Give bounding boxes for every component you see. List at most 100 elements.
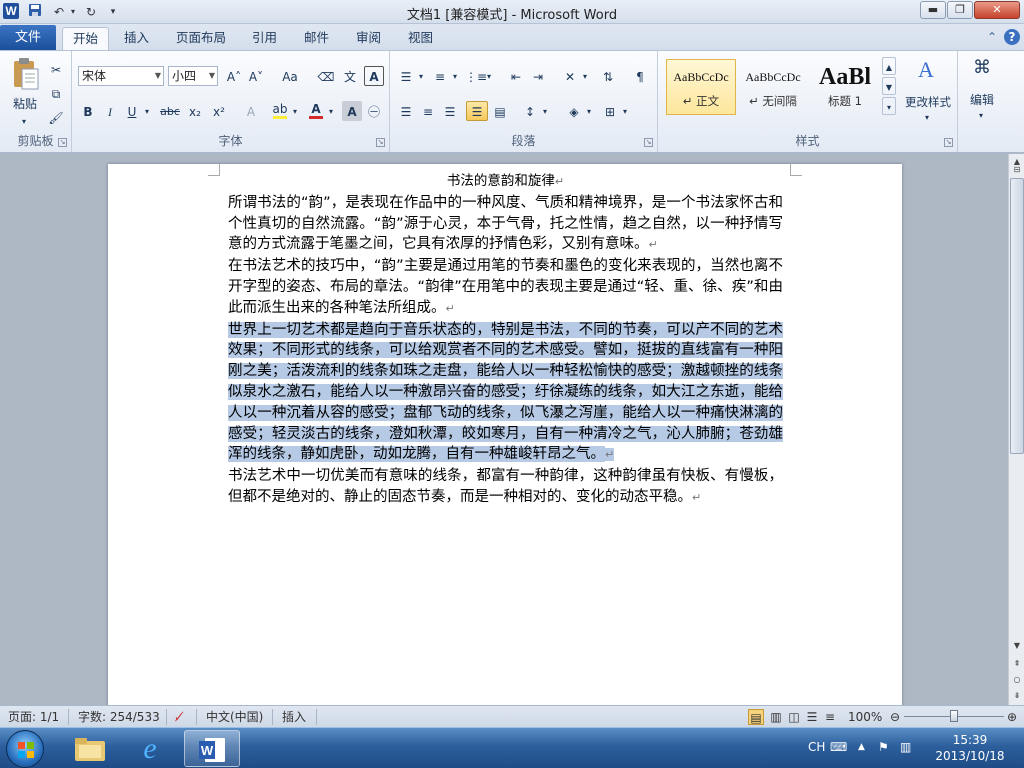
borders-icon[interactable]: ⊞ xyxy=(600,101,620,121)
styles-scroll-down-icon[interactable]: ▼ xyxy=(882,77,896,95)
increase-indent-icon[interactable]: ⇥ xyxy=(528,66,548,86)
action-center-flag-icon[interactable]: ⚑ xyxy=(878,740,889,754)
help-icon[interactable]: ? xyxy=(1004,29,1020,45)
proofing-icon[interactable]: ✓̸ xyxy=(174,709,184,725)
full-screen-reading-icon[interactable]: ▥ xyxy=(768,709,784,725)
browse-object-icon[interactable]: ○ xyxy=(1010,672,1024,687)
editing-dropdown-icon[interactable]: ▾ xyxy=(974,105,988,125)
italic-button[interactable]: I xyxy=(100,101,120,121)
bullets-dropdown-icon[interactable]: ▾ xyxy=(416,66,426,86)
tab-home[interactable]: 开始 xyxy=(62,27,110,50)
grow-font-button[interactable]: A˄ xyxy=(224,66,244,86)
draft-view-icon[interactable]: ≡ xyxy=(822,709,838,725)
find-binoculars-icon[interactable]: ⌘ xyxy=(968,57,996,85)
highlight-dropdown-icon[interactable]: ▾ xyxy=(290,101,300,121)
align-left-icon[interactable]: ☰ xyxy=(396,101,416,121)
styles-scroll-up-icon[interactable]: ▲ xyxy=(882,57,896,75)
zoom-in-icon[interactable]: ⊕ xyxy=(1005,709,1019,725)
styles-more-icon[interactable]: ▾ xyxy=(882,97,896,115)
scroll-down-icon[interactable]: ▼ xyxy=(1010,638,1024,653)
tab-review[interactable]: 审阅 xyxy=(346,27,391,50)
tab-view[interactable]: 视图 xyxy=(398,27,443,50)
tab-references[interactable]: 引用 xyxy=(242,27,287,50)
chinese-layout-icon[interactable]: ✕ xyxy=(560,66,580,86)
clear-formatting-icon[interactable]: ⌫ xyxy=(316,66,336,86)
shading-icon[interactable]: ◈ xyxy=(564,101,584,121)
paste-icon[interactable] xyxy=(8,57,44,91)
word-icon[interactable]: W xyxy=(184,730,240,767)
scroll-up-icon[interactable]: ▲ xyxy=(1010,154,1024,166)
start-button-icon[interactable] xyxy=(6,730,44,768)
cut-icon[interactable]: ✂ xyxy=(46,59,66,79)
superscript-button[interactable]: x² xyxy=(208,101,230,121)
web-layout-icon[interactable]: ◫ xyxy=(786,709,802,725)
multilevel-dropdown-icon[interactable]: ▾ xyxy=(484,66,494,86)
scroll-thumb[interactable] xyxy=(1010,178,1024,454)
next-page-icon[interactable]: ⇟ xyxy=(1010,688,1024,703)
bullets-icon[interactable]: ☰ xyxy=(396,66,416,86)
paragraph-launcher-icon[interactable]: ↘ xyxy=(644,138,653,147)
close-button[interactable]: ✕ xyxy=(974,1,1020,19)
line-spacing-icon[interactable]: ↕ xyxy=(520,101,540,121)
print-layout-icon[interactable]: ▤ xyxy=(748,709,764,725)
change-case-button[interactable]: Aa xyxy=(276,66,304,86)
change-styles-dropdown-icon[interactable]: ▾ xyxy=(920,107,934,127)
clipboard-launcher-icon[interactable]: ↘ xyxy=(58,138,67,147)
explorer-icon[interactable] xyxy=(62,730,118,767)
document-body[interactable]: 书法的意韵和旋律↵ 所谓书法的“韵”，是表现在作品中的一种风度、气质和精神境界，… xyxy=(228,171,783,509)
align-right-icon[interactable]: ☰ xyxy=(440,101,460,121)
distributed-icon[interactable]: ▤ xyxy=(490,101,510,121)
chevron-down-icon[interactable]: ▼ xyxy=(209,67,215,85)
paragraph-3-selected[interactable]: 世界上一切艺术都是趋向于音乐状态的，特别是书法，不同的节奏，可以产不同的艺术效果… xyxy=(228,320,783,467)
numbering-icon[interactable]: ≡ xyxy=(430,66,450,86)
font-name-combo[interactable]: 宋体 ▼ xyxy=(78,66,164,86)
tab-insert[interactable]: 插入 xyxy=(114,27,159,50)
chevron-down-icon[interactable]: ▼ xyxy=(155,67,161,85)
document-title[interactable]: 书法的意韵和旋律↵ xyxy=(228,171,783,193)
style-no-spacing[interactable]: AaBbCcDc ↵ 无间隔 xyxy=(738,59,808,115)
minimize-ribbon-icon[interactable]: ⌃ xyxy=(984,29,1000,45)
font-size-combo[interactable]: 小四 ▼ xyxy=(168,66,218,86)
shading-dropdown-icon[interactable]: ▾ xyxy=(584,101,594,121)
show-hidden-icons-icon[interactable]: ▲ xyxy=(858,740,865,754)
paragraph-2[interactable]: 在书法艺术的技巧中，“韵”主要是通过用笔的节奏和墨色的变化来表现的，当然也离不开… xyxy=(228,256,783,319)
ime-indicator[interactable]: CH xyxy=(808,740,825,754)
network-icon[interactable]: ▥ xyxy=(900,740,911,754)
underline-dropdown-icon[interactable]: ▾ xyxy=(142,101,152,121)
paragraph-4[interactable]: 书法艺术中一切优美而有意味的线条，都富有一种韵律，这种韵律虽有快板、有慢板，但都… xyxy=(228,466,783,509)
underline-button[interactable]: U xyxy=(122,101,142,121)
format-painter-icon[interactable]: 🖌 xyxy=(46,107,66,127)
paragraph-1[interactable]: 所谓书法的“韵”，是表现在作品中的一种风度、气质和精神境界，是一个书法家怀古和个… xyxy=(228,193,783,256)
decrease-indent-icon[interactable]: ⇤ xyxy=(506,66,526,86)
show-marks-icon[interactable]: ¶ xyxy=(630,66,650,86)
align-center-icon[interactable]: ≡ xyxy=(418,101,438,121)
previous-page-icon[interactable]: ⇞ xyxy=(1010,656,1024,671)
keyboard-icon[interactable]: ⌨ xyxy=(830,740,847,754)
language-indicator[interactable]: 中文(中国) xyxy=(206,709,263,725)
internet-explorer-icon[interactable]: e xyxy=(122,730,178,767)
font-launcher-icon[interactable]: ↘ xyxy=(376,138,385,147)
tab-file[interactable]: 文件 xyxy=(0,25,56,50)
vertical-scrollbar[interactable]: ⊟ ▲ ▼ ⇞ ○ ⇟ xyxy=(1008,154,1024,705)
minimize-button[interactable]: ▬ xyxy=(920,1,946,19)
tab-mailings[interactable]: 邮件 xyxy=(294,27,339,50)
paste-button[interactable]: 粘贴 xyxy=(6,93,44,113)
enclose-characters-icon[interactable]: ㊀ xyxy=(364,101,384,121)
document-page[interactable]: 书法的意韵和旋律↵ 所谓书法的“韵”，是表现在作品中的一种风度、气质和精神境界，… xyxy=(108,164,902,705)
highlight-icon[interactable]: ab xyxy=(270,101,290,121)
subscript-button[interactable]: x₂ xyxy=(184,101,206,121)
character-shading-icon[interactable]: A xyxy=(342,101,362,121)
borders-dropdown-icon[interactable]: ▾ xyxy=(620,101,630,121)
text-effects-icon[interactable]: A xyxy=(240,101,262,121)
phonetic-guide-icon[interactable]: 文 xyxy=(340,66,360,86)
strikethrough-button[interactable]: abc xyxy=(158,101,182,121)
tab-page-layout[interactable]: 页面布局 xyxy=(166,27,236,50)
page-count[interactable]: 页面: 1/1 xyxy=(8,709,59,725)
justify-icon[interactable]: ☰ xyxy=(466,101,488,121)
bold-button[interactable]: B xyxy=(78,101,98,121)
word-count[interactable]: 字数: 254/533 xyxy=(78,709,160,725)
zoom-slider-thumb[interactable] xyxy=(950,710,958,722)
styles-launcher-icon[interactable]: ↘ xyxy=(944,138,953,147)
restore-button[interactable]: ❐ xyxy=(947,1,973,19)
change-styles-icon[interactable]: A xyxy=(908,57,944,87)
